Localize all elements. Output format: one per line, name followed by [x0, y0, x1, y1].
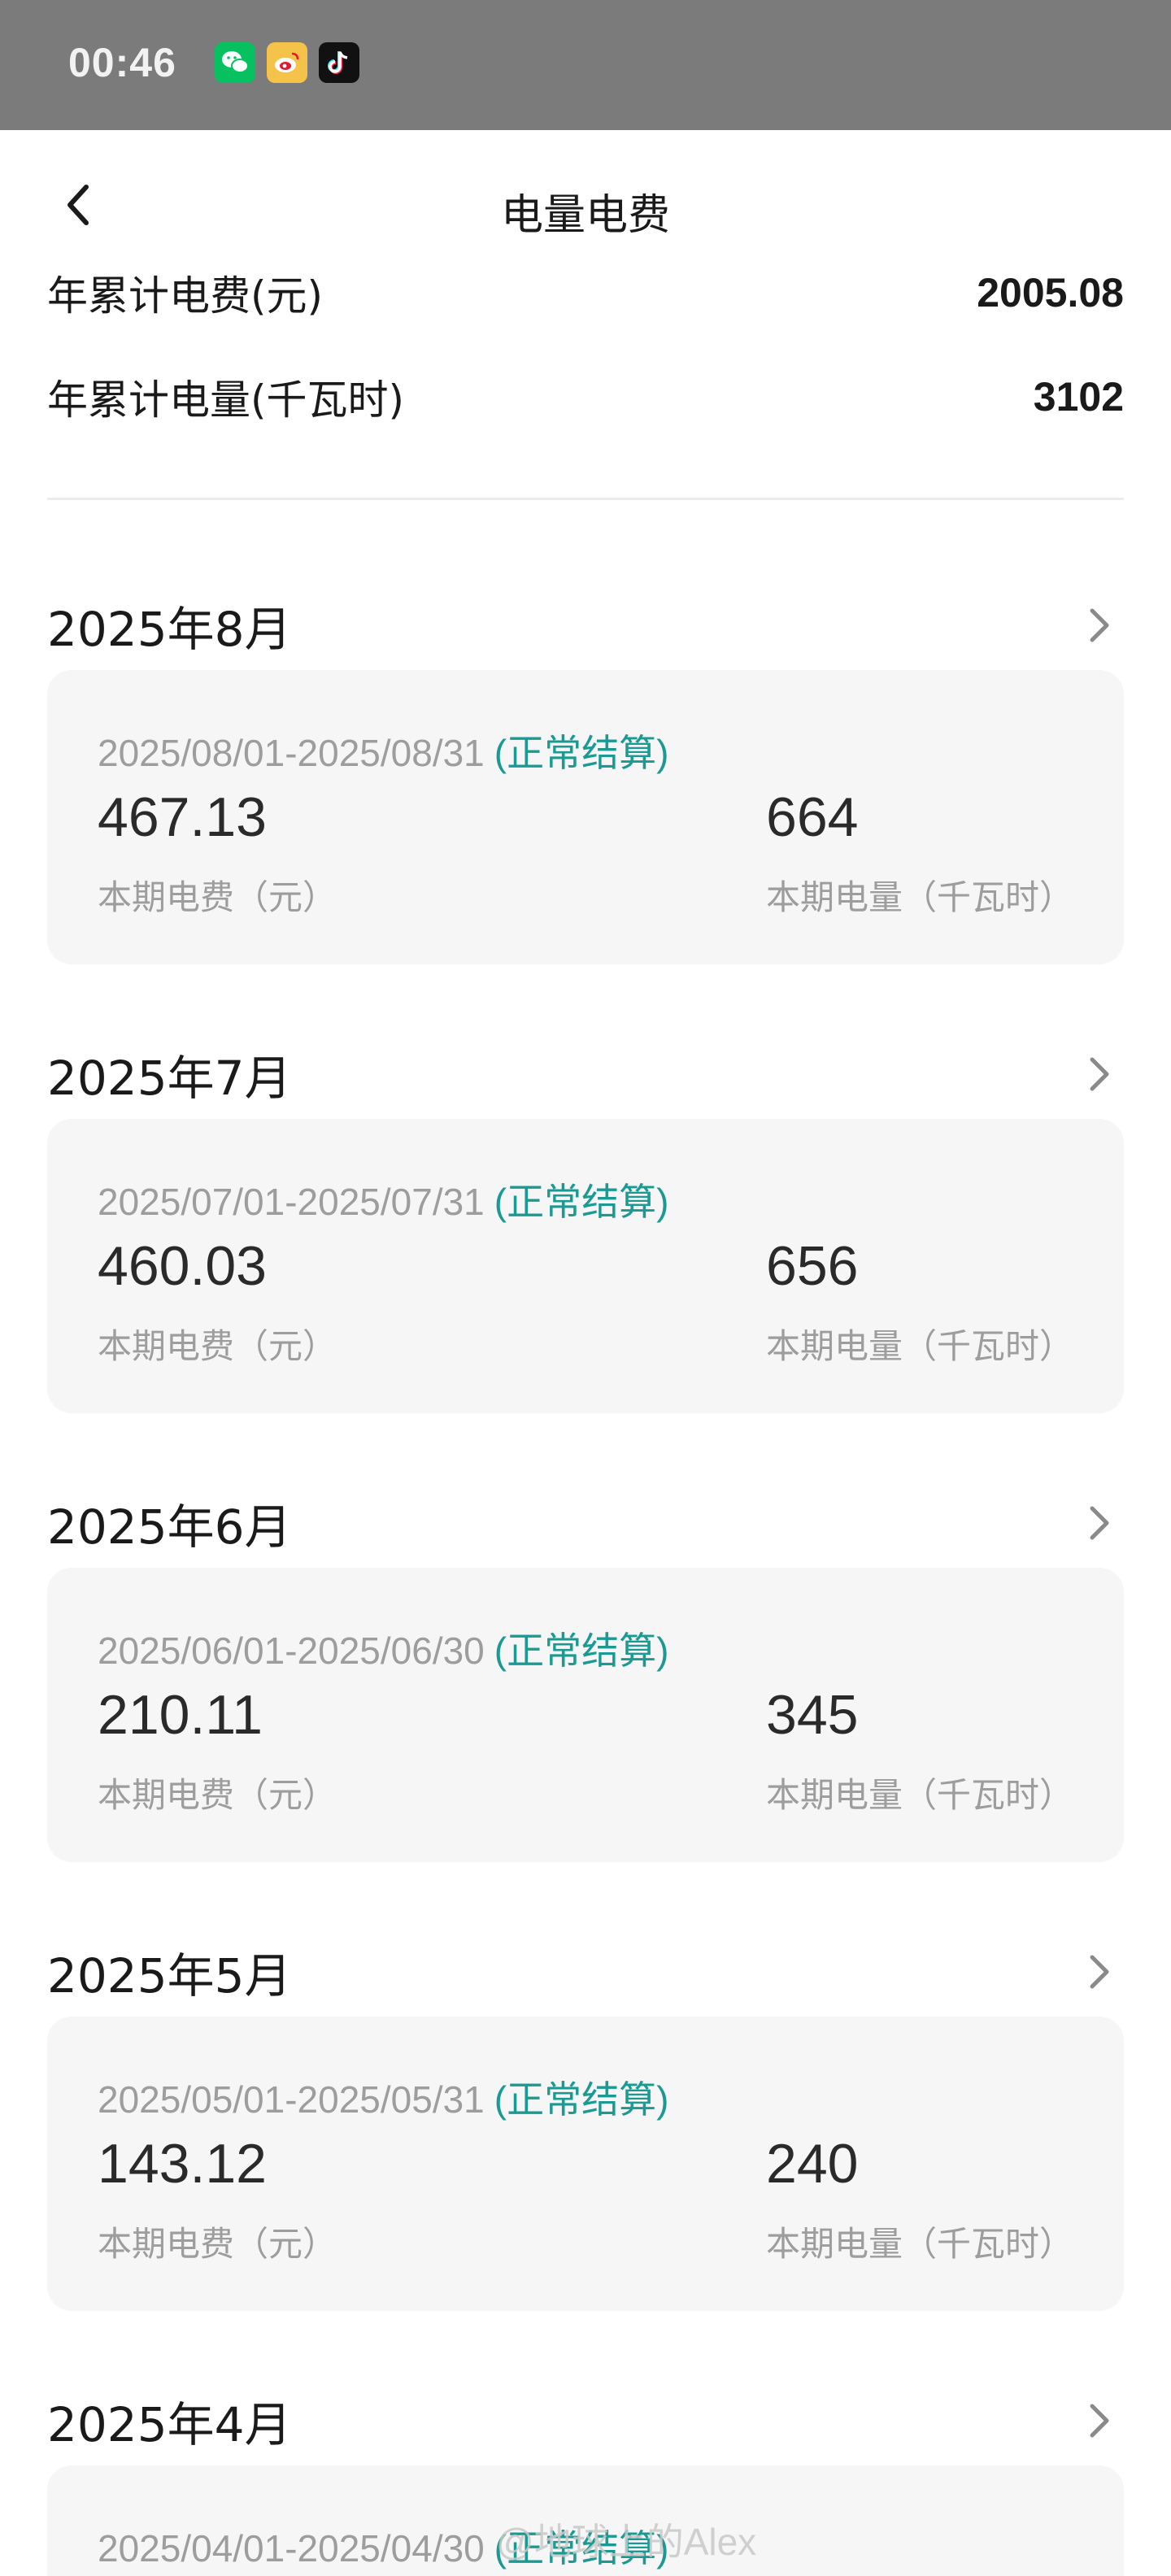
period-usage-label: 本期电量（千瓦时） [766, 2224, 1074, 2264]
weibo-icon [267, 42, 307, 83]
settlement-status: (正常结算) [494, 2078, 669, 2121]
period-fee-label: 本期电费（元） [98, 877, 337, 917]
period-range: 2025/07/01-2025/07/31 [98, 1181, 485, 1223]
chevron-right-icon [1075, 1947, 1124, 1996]
period-usage-value: 664 [766, 786, 859, 848]
billing-period: 2025/07/01-2025/07/31 (正常结算) [98, 1173, 668, 1226]
period-fee-label: 本期电费（元） [98, 1775, 337, 1815]
chevron-right-icon [1075, 1050, 1124, 1099]
status-bar: 00:46 [0, 0, 1171, 130]
annual-fee-value: 2005.08 [977, 270, 1124, 315]
month-header[interactable]: 2025年6月 [47, 1486, 1124, 1560]
annual-fee-label: 年累计电费(元) [47, 272, 324, 320]
period-usage-label: 本期电量（千瓦时） [766, 1775, 1074, 1815]
period-fee-label: 本期电费（元） [98, 1326, 337, 1366]
month-title: 2025年5月 [47, 1948, 292, 2004]
status-time: 00:46 [68, 40, 176, 85]
summary-usage-row: 年累计电量(千瓦时) 3102 [47, 368, 1124, 426]
billing-period: 2025/05/01-2025/05/31 (正常结算) [98, 2070, 668, 2124]
period-range: 2025/08/01-2025/08/31 [98, 732, 485, 774]
divider [47, 498, 1124, 500]
watermark: @地球上的Alex [496, 2513, 756, 2566]
period-usage-label: 本期电量（千瓦时） [766, 1326, 1074, 1366]
bill-card[interactable]: 2025/05/01-2025/05/31 (正常结算) 143.12 240 本… [47, 2017, 1124, 2311]
annual-usage-value: 3102 [1033, 374, 1124, 420]
month-title: 2025年4月 [47, 2397, 292, 2452]
bill-card[interactable]: 2025/07/01-2025/07/31 (正常结算) 460.03 656 本… [47, 1119, 1124, 1413]
period-fee-value: 467.13 [98, 786, 267, 848]
billing-period: 2025/06/01-2025/06/30 (正常结算) [98, 1621, 668, 1675]
month-header[interactable]: 2025年5月 [47, 1935, 1124, 2008]
billing-period: 2025/08/01-2025/08/31 (正常结算) [98, 724, 668, 777]
summary-fee-row: 年累计电费(元) 2005.08 [47, 263, 1124, 322]
period-range: 2025/05/01-2025/05/31 [98, 2078, 485, 2121]
period-fee-value: 460.03 [98, 1235, 267, 1297]
watermark-text: @地球上的Alex [496, 2521, 757, 2563]
chevron-right-icon [1075, 2396, 1124, 2445]
period-range: 2025/06/01-2025/06/30 [98, 1630, 485, 1672]
bill-card[interactable]: 2025/06/01-2025/06/30 (正常结算) 210.11 345 本… [47, 1568, 1124, 1862]
period-fee-value: 143.12 [98, 2133, 267, 2195]
settlement-status: (正常结算) [494, 732, 669, 774]
chevron-right-icon [1075, 1499, 1124, 1547]
month-header[interactable]: 2025年8月 [47, 589, 1124, 662]
nav-bar: 电量电费 [0, 130, 1171, 276]
annual-usage-label: 年累计电量(千瓦时) [47, 376, 405, 424]
bill-card[interactable]: 2025/08/01-2025/08/31 (正常结算) 467.13 664 本… [47, 670, 1124, 964]
douyin-icon [319, 42, 359, 83]
period-usage-value: 345 [766, 1684, 859, 1746]
settlement-status: (正常结算) [494, 1630, 669, 1672]
page-title: 电量电费 [500, 191, 670, 240]
month-title: 2025年6月 [47, 1499, 292, 1555]
period-fee-label: 本期电费（元） [98, 2224, 337, 2264]
wechat-icon [215, 42, 255, 83]
period-usage-value: 656 [766, 1235, 859, 1297]
month-title: 2025年8月 [47, 602, 292, 657]
month-title: 2025年7月 [47, 1051, 292, 1106]
period-range: 2025/04/01-2025/04/30 [98, 2527, 485, 2569]
settlement-status: (正常结算) [494, 1181, 669, 1223]
period-fee-value: 210.11 [98, 1684, 263, 1746]
chevron-right-icon [1075, 601, 1124, 650]
period-usage-value: 240 [766, 2133, 859, 2195]
period-usage-label: 本期电量（千瓦时） [766, 877, 1074, 917]
month-header[interactable]: 2025年7月 [47, 1038, 1124, 1111]
month-header[interactable]: 2025年4月 [47, 2384, 1124, 2457]
